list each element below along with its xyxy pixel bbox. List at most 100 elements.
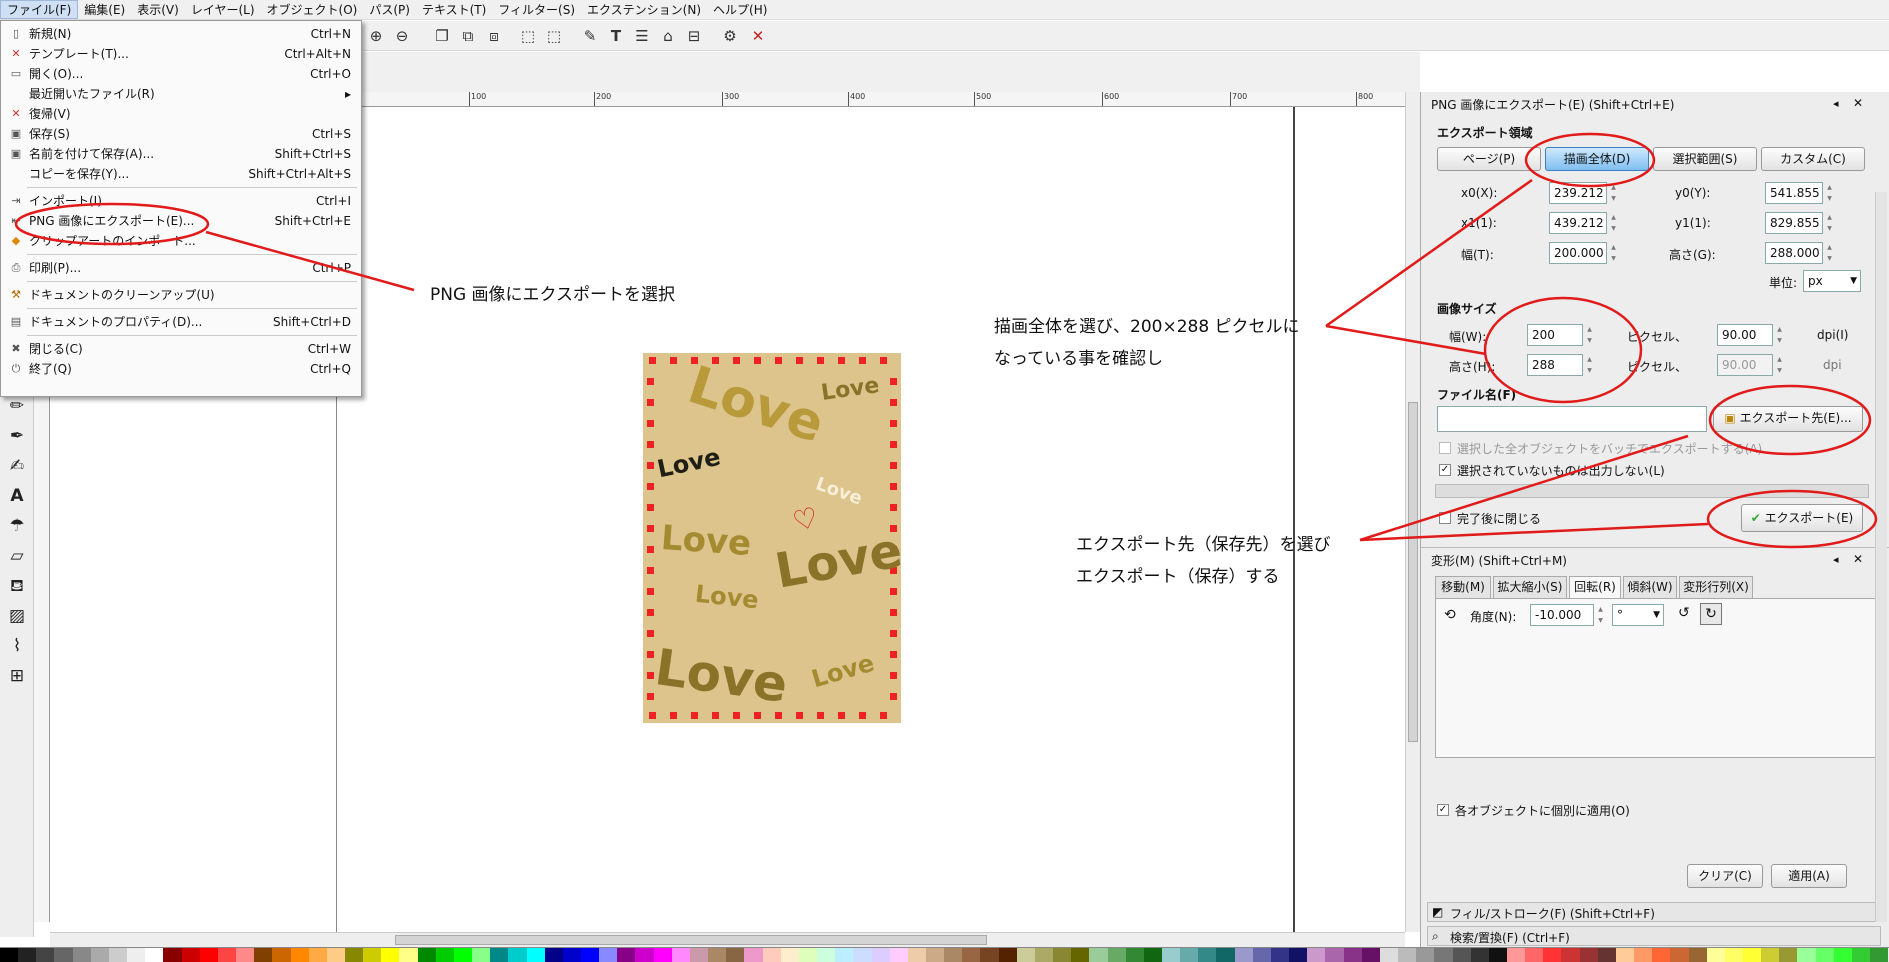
menu-path[interactable]: パス(P) bbox=[363, 1, 416, 18]
color-swatch[interactable] bbox=[1180, 948, 1199, 962]
menu-filter[interactable]: フィルター(S) bbox=[492, 1, 581, 18]
color-swatch[interactable] bbox=[236, 948, 255, 962]
color-swatch[interactable] bbox=[1016, 948, 1035, 962]
menu-edit[interactable]: 編集(E) bbox=[78, 1, 131, 18]
color-swatch[interactable] bbox=[1289, 948, 1308, 962]
color-swatch[interactable] bbox=[526, 948, 545, 962]
color-swatch[interactable] bbox=[1416, 948, 1435, 962]
color-swatch[interactable] bbox=[671, 948, 690, 962]
dpi-field[interactable]: 90.00 bbox=[1717, 324, 1773, 346]
color-swatch[interactable] bbox=[90, 948, 109, 962]
img-width-spinner[interactable]: ▲ ▼ bbox=[1585, 324, 1594, 346]
color-swatch[interactable] bbox=[1724, 948, 1743, 962]
color-swatch[interactable] bbox=[871, 948, 890, 962]
menu-item-cleanup[interactable]: ⚒ ドキュメントのクリーンアップ(U) bbox=[1, 285, 361, 305]
color-swatch[interactable] bbox=[1688, 948, 1707, 962]
preferences-icon[interactable]: ⚙ bbox=[720, 26, 740, 46]
color-swatch[interactable] bbox=[1652, 948, 1671, 962]
spray-tool-icon[interactable]: ☂ bbox=[5, 514, 29, 538]
unit-select[interactable]: px ▼ bbox=[1803, 270, 1861, 292]
color-swatch[interactable] bbox=[1743, 948, 1762, 962]
height-field[interactable]: 288.000 bbox=[1765, 242, 1823, 264]
batch-checkbox[interactable] bbox=[1439, 442, 1451, 454]
y0-field[interactable]: 541.855 bbox=[1765, 182, 1823, 204]
menu-file[interactable]: ファイル(F) bbox=[0, 0, 79, 19]
color-swatch[interactable] bbox=[36, 948, 55, 962]
color-swatch[interactable] bbox=[1815, 948, 1834, 962]
fill-stroke-icon[interactable]: ✎ bbox=[580, 26, 600, 46]
color-swatch[interactable] bbox=[1361, 948, 1380, 962]
menu-item-print[interactable]: ⎙ 印刷(P)... Ctrl+P bbox=[1, 258, 361, 278]
color-swatch[interactable] bbox=[998, 948, 1017, 962]
menu-item-new[interactable]: ▯ 新規(N) Ctrl+N bbox=[1, 24, 361, 44]
tab-scale[interactable]: 拡大縮小(S) bbox=[1493, 576, 1567, 598]
color-swatch[interactable] bbox=[1579, 948, 1598, 962]
color-swatch[interactable] bbox=[635, 948, 654, 962]
color-swatch[interactable] bbox=[1398, 948, 1417, 962]
color-swatch[interactable] bbox=[1307, 948, 1326, 962]
panel-collapse-icon[interactable]: ◂ bbox=[1833, 553, 1839, 566]
width-field[interactable]: 200.000 bbox=[1549, 242, 1607, 264]
color-swatch[interactable] bbox=[1034, 948, 1054, 962]
color-swatch[interactable] bbox=[145, 948, 164, 962]
vertical-scrollbar[interactable] bbox=[1405, 92, 1420, 932]
pencil-tool-icon[interactable]: ✏ bbox=[5, 394, 29, 418]
menu-item-template[interactable]: ✕ テンプレート(T)... Ctrl+Alt+N bbox=[1, 44, 361, 64]
clear-button[interactable]: クリア(C) bbox=[1687, 864, 1763, 888]
filename-input[interactable] bbox=[1437, 406, 1707, 432]
color-swatch[interactable] bbox=[1670, 948, 1689, 962]
menu-object[interactable]: オブジェクト(O) bbox=[261, 1, 364, 18]
color-swatch[interactable] bbox=[544, 948, 563, 962]
color-swatch[interactable] bbox=[399, 948, 418, 962]
zoom-page-icon[interactable]: ⊖ bbox=[392, 26, 412, 46]
color-swatch[interactable] bbox=[108, 948, 128, 962]
xml-editor-icon[interactable]: ⌂ bbox=[658, 26, 678, 46]
align-icon[interactable]: ⊟ bbox=[684, 26, 704, 46]
color-swatch[interactable] bbox=[1379, 948, 1399, 962]
panel-close-icon[interactable]: ✕ bbox=[1853, 552, 1863, 566]
connector-tool-icon[interactable]: ⊞ bbox=[5, 664, 29, 688]
tab-skew[interactable]: 傾斜(W) bbox=[1623, 576, 1677, 598]
menu-help[interactable]: ヘルプ(H) bbox=[707, 1, 773, 18]
color-swatch[interactable] bbox=[744, 948, 763, 962]
color-swatch[interactable] bbox=[1234, 948, 1253, 962]
color-swatch[interactable] bbox=[817, 948, 836, 962]
page-artwork[interactable]: Love Love Love Love Love Love Love Love Love ♡ bbox=[643, 353, 906, 723]
color-swatch[interactable] bbox=[308, 948, 327, 962]
x0-spinner[interactable]: ▲ ▼ bbox=[1609, 182, 1618, 204]
color-swatch[interactable] bbox=[472, 948, 491, 962]
angle-unit-select[interactable]: ° ▼ bbox=[1612, 604, 1664, 626]
color-swatch[interactable] bbox=[254, 948, 273, 962]
color-swatch[interactable] bbox=[1125, 948, 1144, 962]
text-tool-icon[interactable]: A bbox=[5, 484, 29, 508]
y1-spinner[interactable]: ▲ ▼ bbox=[1825, 212, 1834, 234]
export-drawing-button[interactable]: 描画全体(D) bbox=[1545, 147, 1649, 171]
color-swatch[interactable] bbox=[907, 948, 926, 962]
color-swatch[interactable] bbox=[1053, 948, 1072, 962]
color-swatch[interactable] bbox=[1216, 948, 1235, 962]
color-swatch[interactable] bbox=[1543, 948, 1562, 962]
color-swatch[interactable] bbox=[54, 948, 73, 962]
gradient-tool-icon[interactable]: ▨ bbox=[5, 604, 29, 628]
color-swatch[interactable] bbox=[798, 948, 818, 962]
menu-item-doc-props[interactable]: ▤ ドキュメントのプロパティ(D)... Shift+Ctrl+D bbox=[1, 312, 361, 332]
angle-field[interactable]: -10.000 bbox=[1530, 604, 1594, 626]
menu-item-open[interactable]: ▭ 開く(O)... Ctrl+O bbox=[1, 64, 361, 84]
color-swatch[interactable] bbox=[1089, 948, 1108, 962]
calligraphy-tool-icon[interactable]: ✍ bbox=[5, 454, 29, 478]
color-swatch[interactable] bbox=[363, 948, 382, 962]
export-custom-button[interactable]: カスタム(C) bbox=[1761, 147, 1865, 171]
rotate-cw-icon[interactable]: ↻ bbox=[1700, 603, 1722, 625]
menu-item-clipart[interactable]: ◆ クリップアートのインポート... bbox=[1, 231, 361, 251]
pen-tool-icon[interactable]: ✒ bbox=[5, 424, 29, 448]
color-swatch[interactable] bbox=[980, 948, 999, 962]
panel-collapse-icon[interactable]: ◂ bbox=[1833, 97, 1839, 110]
color-swatch[interactable] bbox=[562, 948, 581, 962]
color-swatch[interactable] bbox=[1525, 948, 1544, 962]
color-palette[interactable] bbox=[0, 947, 1889, 962]
export-selection-button[interactable]: 選択範囲(S) bbox=[1653, 147, 1757, 171]
color-swatch[interactable] bbox=[163, 948, 182, 962]
dpi-spinner[interactable]: ▲ ▼ bbox=[1775, 324, 1784, 346]
color-swatch[interactable] bbox=[127, 948, 146, 962]
color-swatch[interactable] bbox=[581, 948, 600, 962]
